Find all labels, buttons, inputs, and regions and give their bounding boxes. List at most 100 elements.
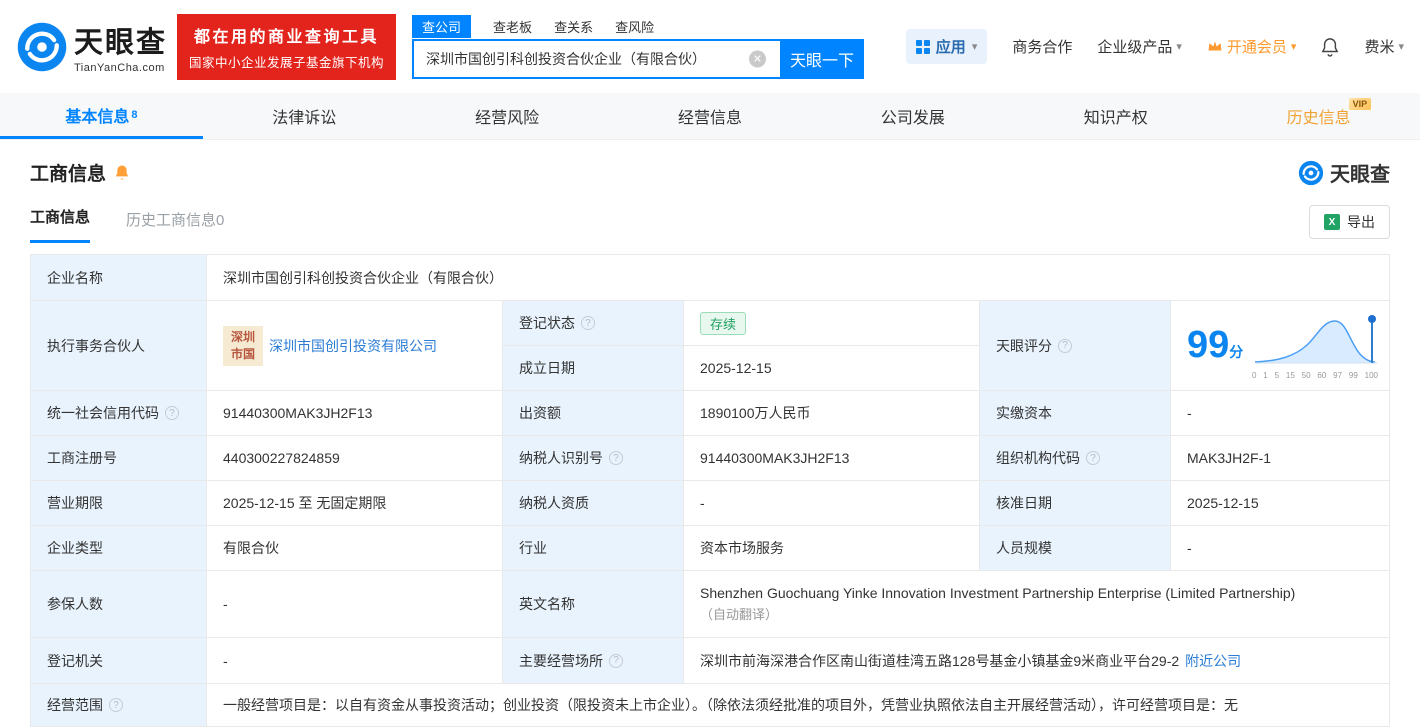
open-vip-label: 开通会员: [1226, 39, 1287, 56]
brand-domain: TianYanCha.com: [74, 62, 165, 74]
user-menu[interactable]: 费米 ▾: [1364, 36, 1404, 57]
help-icon[interactable]: ?: [109, 698, 123, 712]
export-label: 导出: [1347, 214, 1375, 230]
score-axis-ticks: 0 1 5 15 50 60 97 99 100: [1252, 370, 1378, 380]
brand-logo[interactable]: 天眼查 TianYanCha.com: [16, 19, 167, 74]
chevron-down-icon: ▾: [1398, 41, 1404, 53]
field-insured-value: -: [207, 571, 502, 637]
field-reg-no-label: 工商注册号: [31, 436, 206, 480]
search-tab-boss[interactable]: 查老板: [493, 17, 532, 36]
tab-legal-label: 法律诉讼: [272, 110, 337, 127]
search-input[interactable]: [412, 38, 781, 79]
help-icon[interactable]: ?: [165, 406, 179, 420]
subtab-business-info[interactable]: 工商信息: [30, 206, 91, 243]
help-icon[interactable]: ?: [609, 653, 623, 668]
field-company-name-value: 深圳市国创引科创投资合伙企业（有限合伙）: [207, 255, 1389, 300]
score-chart: 0 1 5 15 50 60 97 99 100: [1251, 312, 1379, 380]
help-icon[interactable]: ?: [1086, 451, 1100, 465]
subtab-history-business-info[interactable]: 历史工商信息0: [126, 209, 224, 243]
subtab-row: 工商信息 历史工商信息0 X 导出: [30, 205, 1390, 243]
field-capital-value: 1890100万人民币: [684, 391, 979, 435]
nearby-companies-link[interactable]: 附近公司: [1185, 651, 1241, 671]
chevron-down-icon: ▾: [1290, 41, 1297, 53]
field-tax-qualification-label: 纳税人资质: [503, 481, 683, 525]
username: 费米: [1364, 39, 1395, 56]
field-registration-authority-value: -: [207, 638, 502, 683]
help-icon[interactable]: ?: [609, 451, 623, 465]
search-tab-risk[interactable]: 查风险: [615, 17, 654, 36]
brand-name: 天眼查: [74, 27, 168, 59]
export-button[interactable]: X 导出: [1309, 205, 1390, 239]
crown-icon: [1208, 41, 1222, 51]
enterprise-product-label: 企业级产品: [1097, 39, 1173, 56]
open-vip-link[interactable]: 开通会员 ▾: [1207, 36, 1297, 57]
partner-company-link[interactable]: 深圳市国创引投资有限公司: [269, 336, 437, 356]
field-term-value: 2025-12-15 至 无固定期限: [207, 481, 502, 525]
field-tax-id-value: 91440300MAK3JH2F13: [684, 436, 979, 480]
tab-basic-info-label: 基本信息: [65, 108, 130, 126]
field-approval-date-value: 2025-12-15: [1171, 481, 1389, 525]
clear-icon[interactable]: ✕: [749, 50, 767, 67]
field-company-name-label: 企业名称: [31, 255, 206, 300]
tab-company-development[interactable]: 公司发展: [811, 93, 1014, 139]
field-capital-label: 出资额: [503, 391, 683, 435]
field-tax-qualification-value: -: [684, 481, 979, 525]
tab-basic-info[interactable]: 基本信息 8: [0, 93, 203, 139]
section-title-row: 工商信息: [30, 159, 130, 186]
tab-operating-info-label: 经营信息: [678, 110, 743, 127]
business-coop-link[interactable]: 商务合作: [1012, 36, 1072, 57]
search-tabs: 查公司 查老板 查关系 查风险: [412, 15, 864, 39]
field-score-label: 天眼评分?: [980, 301, 1170, 390]
field-score-value: 99分 0 1 5 15 50 60 97 99 100: [1171, 301, 1389, 390]
field-industry-label: 行业: [503, 526, 683, 570]
score-number: 99分: [1187, 324, 1244, 366]
header: 天眼查 TianYanCha.com 都在用的商业查询工具 国家中小企业发展子基…: [0, 0, 1420, 93]
tianyancha-logo-icon: [1298, 160, 1324, 185]
watermark-text: 天眼查: [1330, 164, 1390, 186]
brand-slogan: 都在用的商业查询工具 国家中小企业发展子基金旗下机构: [177, 13, 397, 80]
slogan-line1: 都在用的商业查询工具: [194, 28, 380, 46]
field-company-type-label: 企业类型: [31, 526, 206, 570]
field-company-type-value: 有限合伙: [207, 526, 502, 570]
bell-icon: [1322, 37, 1339, 57]
field-paid-capital-value: -: [1171, 391, 1389, 435]
help-icon[interactable]: ?: [581, 316, 595, 330]
business-info-table: 企业名称 深圳市国创引科创投资合伙企业（有限合伙） 执行事务合伙人 深圳 市国 深…: [30, 254, 1390, 727]
help-icon[interactable]: ?: [1058, 338, 1072, 353]
tab-legal[interactable]: 法律诉讼: [203, 93, 406, 139]
enterprise-product-link[interactable]: 企业级产品 ▾: [1097, 36, 1182, 57]
search-bar: ✕ 天眼一下: [412, 38, 865, 79]
field-english-name-value: Shenzhen Guochuang Yinke Innovation Inve…: [684, 571, 1389, 637]
tab-history-info-label: 历史信息: [1286, 110, 1351, 127]
apps-button[interactable]: 应用 ▾: [905, 29, 988, 64]
notification-bell[interactable]: [1321, 37, 1339, 57]
partner-company-logo[interactable]: 深圳 市国: [223, 325, 263, 366]
auto-translate-note: （自动翻译）: [700, 607, 779, 622]
monitor-bell-icon[interactable]: [114, 164, 130, 181]
search-button[interactable]: 天眼一下: [780, 38, 865, 79]
chevron-down-icon: ▾: [1176, 41, 1182, 53]
tab-operating-info[interactable]: 经营信息: [609, 93, 812, 139]
slogan-line2: 国家中小企业发展子基金旗下机构: [189, 55, 385, 70]
field-org-code-value: MAK3JH2F-1: [1171, 436, 1389, 480]
tab-intellectual-property[interactable]: 知识产权: [1014, 93, 1217, 139]
field-credit-code-value: 91440300MAK3JH2F13: [207, 391, 502, 435]
field-paid-capital-label: 实缴资本: [980, 391, 1170, 435]
tab-history-info[interactable]: 历史信息 VIP: [1217, 93, 1420, 139]
field-reg-status-label: 登记状态?: [503, 301, 683, 345]
field-insured-label: 参保人数: [31, 571, 206, 637]
top-navigation: 应用 ▾ 商务合作 企业级产品 ▾ 开通会员 ▾ 费米 ▾: [905, 29, 1404, 64]
section-header: 工商信息 天眼查: [30, 158, 1390, 187]
field-founded-label: 成立日期: [503, 346, 683, 390]
field-staff-size-label: 人员规模: [980, 526, 1170, 570]
tab-operating-risk[interactable]: 经营风险: [406, 93, 609, 139]
search-tab-company[interactable]: 查公司: [412, 15, 472, 38]
field-executive-partner-value: 深圳 市国 深圳市国创引投资有限公司: [207, 301, 502, 390]
field-address-label: 主要经营场所?: [503, 638, 683, 683]
field-industry-value: 资本市场服务: [684, 526, 979, 570]
field-executive-partner-label: 执行事务合伙人: [31, 301, 206, 390]
field-address-value: 深圳市前海深港合作区南山街道桂湾五路128号基金小镇基金9米商业平台29-2 附…: [684, 638, 1389, 683]
search-area: 查公司 查老板 查关系 查风险 ✕ 天眼一下: [412, 15, 865, 79]
search-tab-relation[interactable]: 查关系: [554, 17, 593, 36]
tianyancha-watermark: 天眼查: [1298, 158, 1390, 187]
